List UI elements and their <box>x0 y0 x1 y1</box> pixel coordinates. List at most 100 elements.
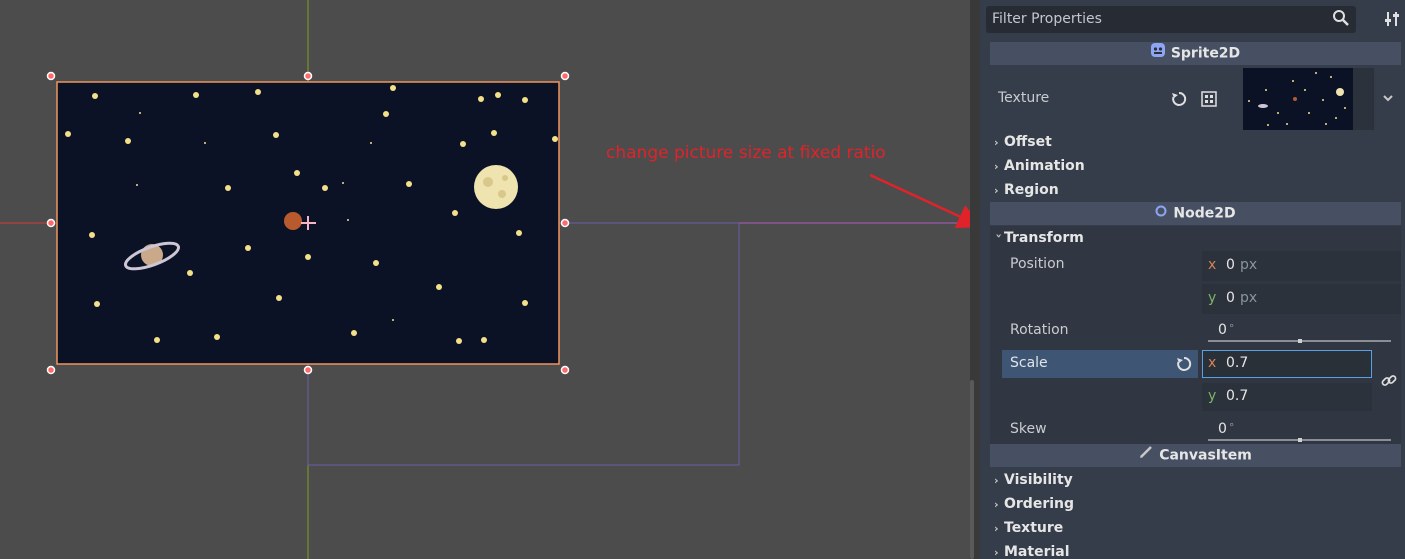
rotation-label: Rotation <box>1010 322 1069 338</box>
group-visibility[interactable]: › Visibility <box>994 472 1073 488</box>
position-x-axis: x <box>1208 257 1217 273</box>
scale-x-value: 0.7 <box>1226 355 1249 371</box>
node2d-section-header[interactable]: Node2D <box>990 202 1401 225</box>
star <box>495 92 501 98</box>
star <box>370 142 372 144</box>
position-x-unit: px <box>1240 257 1258 273</box>
scale-y-axis: y <box>1208 388 1217 404</box>
search-icon[interactable] <box>1332 9 1350 31</box>
position-x-value: 0 <box>1226 257 1235 273</box>
reload-icon[interactable] <box>1171 91 1187 111</box>
viewport-scrollbar[interactable] <box>970 0 980 559</box>
star <box>392 319 394 321</box>
position-y-value: 0 <box>1226 290 1235 306</box>
resize-handle-b[interactable] <box>303 365 313 375</box>
node2d-icon <box>1155 202 1167 225</box>
moon-image <box>474 165 518 209</box>
scrollbar-thumb[interactable] <box>970 380 974 559</box>
group-region-label: Region <box>1004 182 1059 198</box>
star <box>522 300 528 306</box>
star <box>214 334 220 340</box>
star <box>94 301 100 307</box>
rotation-slider-knob[interactable] <box>1298 339 1302 343</box>
star <box>276 295 282 301</box>
chevron-down-icon[interactable] <box>1382 92 1394 108</box>
star <box>193 92 199 98</box>
group-animation[interactable]: › Animation <box>994 158 1085 174</box>
resize-handle-t[interactable] <box>303 71 313 81</box>
canvasitem-section-header[interactable]: CanvasItem <box>990 444 1401 467</box>
skew-slider-knob[interactable] <box>1298 438 1302 442</box>
inspector-tools-icon[interactable] <box>1384 10 1400 32</box>
star <box>305 254 311 260</box>
star <box>322 185 328 191</box>
skew-label: Skew <box>1010 421 1047 437</box>
star <box>187 270 193 276</box>
star <box>139 112 141 114</box>
skew-value[interactable]: 0 ° <box>1218 421 1234 437</box>
resize-handle-tr[interactable] <box>560 71 570 81</box>
star <box>136 184 138 186</box>
group-ordering-label: Ordering <box>1004 496 1075 512</box>
annotation-text: change picture size at fixed ratio <box>606 143 886 163</box>
group-transform[interactable]: ›Transform <box>993 230 1084 246</box>
star <box>255 89 261 95</box>
skew-unit: ° <box>1228 421 1235 434</box>
group-material[interactable]: › Material <box>994 544 1070 559</box>
position-y-axis: y <box>1208 290 1217 306</box>
star <box>294 170 300 176</box>
star <box>452 210 458 216</box>
skew-number: 0 <box>1218 421 1227 437</box>
group-transform-label: Transform <box>1004 230 1084 246</box>
resize-handle-bl[interactable] <box>46 365 56 375</box>
texture-thumbnail <box>1243 68 1353 130</box>
pencil-icon <box>1139 444 1153 467</box>
scale-y-field[interactable]: y 0.7 <box>1202 383 1372 411</box>
position-label: Position <box>1010 256 1065 272</box>
scale-x-field[interactable]: x 0.7 <box>1202 350 1372 378</box>
star <box>65 131 71 137</box>
star <box>478 96 484 102</box>
link-icon[interactable] <box>1381 373 1397 393</box>
group-region[interactable]: › Region <box>994 182 1059 198</box>
resize-handle-l[interactable] <box>46 218 56 228</box>
node2d-header-label: Node2D <box>1173 205 1236 222</box>
position-y-field[interactable]: y 0 px <box>1202 284 1401 314</box>
sprite2d-section-header[interactable]: Sprite2D <box>990 42 1401 65</box>
group-texture-label: Texture <box>1004 520 1064 536</box>
resize-handle-br[interactable] <box>560 365 570 375</box>
star <box>436 284 442 290</box>
sprite2d-icon <box>1150 42 1165 65</box>
star <box>92 93 98 99</box>
star <box>390 85 396 91</box>
group-offset[interactable]: › Offset <box>994 134 1052 150</box>
position-y-unit: px <box>1240 290 1258 306</box>
group-ordering[interactable]: › Ordering <box>994 496 1074 512</box>
star <box>351 330 357 336</box>
group-offset-label: Offset <box>1004 134 1052 150</box>
star <box>522 97 528 103</box>
star <box>456 338 462 344</box>
filter-placeholder: Filter Properties <box>992 11 1102 27</box>
position-x-field[interactable]: x 0 px <box>1202 251 1401 281</box>
star <box>154 337 160 343</box>
revert-scale-icon[interactable] <box>1176 356 1192 376</box>
rotation-unit: ° <box>1228 322 1235 335</box>
inspector-panel: Filter Properties Sprite2D Texture › Off… <box>980 0 1405 559</box>
star <box>245 245 251 251</box>
rotation-number: 0 <box>1218 322 1227 338</box>
group-texture[interactable]: › Texture <box>994 520 1063 536</box>
checker-icon[interactable] <box>1201 91 1217 111</box>
viewport-2d[interactable] <box>0 0 970 559</box>
star <box>481 337 487 343</box>
group-visibility-label: Visibility <box>1004 472 1073 488</box>
sprite2d-header-label: Sprite2D <box>1170 45 1241 62</box>
filter-properties-input[interactable]: Filter Properties <box>986 6 1356 33</box>
resize-handle-tl[interactable] <box>46 71 56 81</box>
rotation-value[interactable]: 0 ° <box>1218 322 1234 338</box>
star <box>89 232 95 238</box>
star <box>342 182 344 184</box>
texture-preview-well[interactable] <box>1243 68 1374 130</box>
canvasitem-header-label: CanvasItem <box>1159 447 1252 464</box>
resize-handle-r[interactable] <box>560 218 570 228</box>
